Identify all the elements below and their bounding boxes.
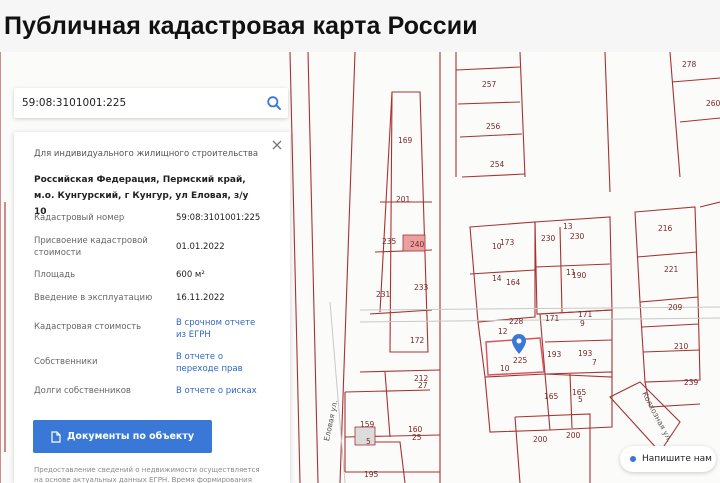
- write-us-label: Напишите нам: [642, 454, 712, 464]
- parcel-label[interactable]: 228: [509, 317, 523, 326]
- search-button[interactable]: [260, 88, 288, 118]
- parcel-label[interactable]: 27: [418, 381, 428, 390]
- parcel-label[interactable]: 210: [674, 342, 688, 351]
- parcel-label[interactable]: 9: [580, 319, 585, 328]
- location-pin-icon[interactable]: [512, 334, 526, 354]
- parcel-label[interactable]: 200: [566, 431, 580, 440]
- cadastral-number-label: Кадастровый номер: [34, 213, 125, 223]
- chat-dot-icon: [630, 456, 636, 462]
- valuation-date-value: 01.01.2022: [176, 242, 225, 252]
- parcel-label[interactable]: 257: [482, 80, 496, 89]
- parcel-label[interactable]: 169: [398, 136, 412, 145]
- parcel-label[interactable]: 225: [513, 356, 527, 365]
- parcel-label[interactable]: 254: [490, 160, 504, 169]
- parcel-label[interactable]: 25: [412, 433, 422, 442]
- cadastral-cost-label: Кадастровая стоимость: [34, 322, 142, 332]
- parcel-label[interactable]: 256: [486, 122, 500, 131]
- building-5[interactable]: [354, 426, 376, 446]
- parcel-label[interactable]: 7: [592, 358, 597, 367]
- valuation-date-label: Присвоение кадастровой стоимости: [34, 236, 148, 258]
- parcel-label[interactable]: 239: [684, 378, 698, 387]
- close-button[interactable]: [270, 138, 284, 152]
- area-label: Площадь: [34, 270, 76, 280]
- documents-button-label: Документы по объекту: [66, 431, 195, 442]
- parcel-label[interactable]: 172: [410, 336, 424, 345]
- parcel-label[interactable]: 200: [533, 435, 547, 444]
- parcel-purpose: Для индивидуального жилищного строительс…: [34, 149, 259, 159]
- parcel-label[interactable]: 235: [382, 237, 396, 246]
- parcel-label[interactable]: 233: [414, 283, 428, 292]
- parcel-label[interactable]: 10: [500, 364, 510, 373]
- parcel-label[interactable]: 14: [492, 274, 502, 283]
- page-title: Публичная кадастровая карта России: [4, 11, 478, 40]
- commissioning-value: 16.11.2022: [176, 293, 225, 303]
- debts-link[interactable]: В отчете о рисках: [176, 385, 257, 397]
- parcel-label[interactable]: 230: [541, 234, 555, 243]
- parcel-label[interactable]: 201: [396, 195, 410, 204]
- cadastral-number-value: 59:08:3101001:225: [176, 213, 261, 223]
- parcel-label[interactable]: 5: [578, 395, 583, 404]
- parcel-label[interactable]: 278: [682, 60, 696, 69]
- parcel-label[interactable]: 171: [545, 314, 559, 323]
- parcel-label[interactable]: 10: [492, 242, 502, 251]
- search-icon: [267, 96, 281, 110]
- parcel-label[interactable]: 5: [366, 437, 371, 446]
- search-box[interactable]: [14, 88, 288, 118]
- close-icon: [272, 140, 282, 150]
- parcel-label[interactable]: 193: [547, 350, 561, 359]
- parcel-label[interactable]: 171: [578, 310, 592, 319]
- owners-label: Собственники: [34, 357, 98, 367]
- parcel-label[interactable]: 260: [706, 99, 720, 108]
- parcel-label[interactable]: 193: [578, 349, 592, 358]
- parcel-label[interactable]: 11: [566, 268, 576, 277]
- parcel-info-panel: Для индивидуального жилищного строительс…: [14, 132, 290, 483]
- parcel-label[interactable]: 240: [410, 240, 424, 249]
- document-icon: [51, 430, 61, 443]
- page-header: Публичная кадастровая карта России: [0, 0, 720, 52]
- parcel-label[interactable]: 209: [668, 303, 682, 312]
- cadastral-cost-link[interactable]: В срочном отчете из ЕГРН: [176, 317, 262, 341]
- debts-label: Долги собственников: [34, 386, 131, 396]
- parcel-label[interactable]: 195: [364, 470, 378, 479]
- documents-button[interactable]: Документы по объекту: [33, 420, 212, 453]
- commissioning-label: Введение в эксплуатацию: [34, 293, 153, 303]
- search-input[interactable]: [14, 88, 260, 118]
- write-us-button[interactable]: Напишите нам: [620, 446, 716, 472]
- parcel-label[interactable]: 173: [500, 238, 514, 247]
- parcel-label[interactable]: 230: [570, 232, 584, 241]
- owners-link[interactable]: В отчете о переходе прав: [176, 351, 266, 375]
- parcel-label[interactable]: 164: [506, 278, 520, 287]
- parcel-label[interactable]: 13: [563, 222, 573, 231]
- parcel-label[interactable]: 231: [376, 290, 390, 299]
- parcel-label[interactable]: 165: [544, 392, 558, 401]
- parcel-label[interactable]: 12: [498, 327, 508, 336]
- area-value: 600 м²: [176, 270, 205, 280]
- disclaimer-text: Предоставление сведений о недвижимости о…: [34, 466, 260, 483]
- parcel-label[interactable]: 159: [360, 420, 374, 429]
- parcel-label[interactable]: 221: [664, 265, 678, 274]
- parcel-label[interactable]: 216: [658, 224, 672, 233]
